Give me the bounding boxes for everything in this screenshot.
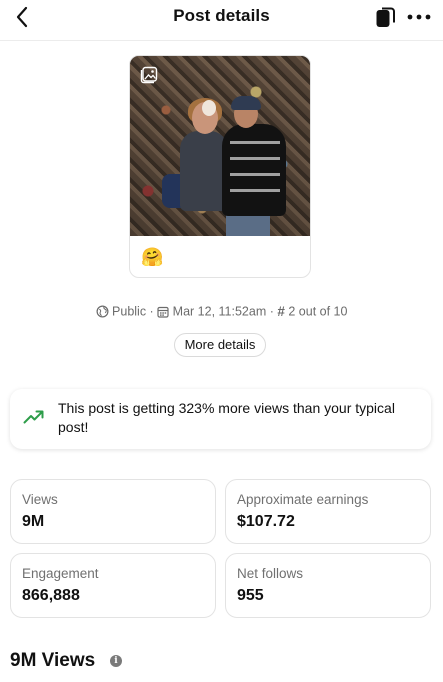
stat-label: Approximate earnings: [237, 492, 369, 507]
photo-detail-earmuff: [202, 100, 216, 116]
copy-switch-icon: [376, 7, 395, 27]
info-icon[interactable]: i: [110, 655, 122, 667]
stat-label: Engagement: [22, 566, 99, 581]
post-rank: 2 out of 10: [288, 304, 348, 319]
calendar-icon: [157, 306, 169, 318]
stat-value: 9M: [22, 513, 45, 530]
post-meta-line: Public · Mar 12, 11:52am · # 2 out of 10: [0, 304, 443, 319]
views-section-heading: 9M Views: [10, 650, 96, 671]
photo-detail-print: [230, 140, 280, 200]
stat-label: Net follows: [237, 566, 304, 581]
more-options-button[interactable]: [406, 5, 432, 29]
stat-label: Views: [22, 492, 58, 507]
trending-up-icon: [23, 410, 44, 424]
stat-card-earnings[interactable]: Approximate earnings $107.72: [225, 479, 431, 544]
stat-value: 955: [237, 587, 264, 604]
more-details-button[interactable]: More details: [174, 333, 266, 357]
meta-separator: ·: [266, 304, 278, 319]
insight-text: This post is getting 323% more views tha…: [58, 400, 395, 435]
insight-banner: This post is getting 323% more views tha…: [10, 389, 431, 449]
stat-value: 866,888: [22, 587, 80, 604]
more-horizontal-icon: [407, 14, 431, 20]
post-date: Mar 12, 11:52am: [172, 304, 267, 319]
stat-card-engagement[interactable]: Engagement 866,888: [10, 553, 216, 618]
stat-value: $107.72: [237, 513, 295, 530]
post-preview-card[interactable]: 🤗: [129, 55, 311, 278]
stat-card-views[interactable]: Views 9M: [10, 479, 216, 544]
photo-detail-hat: [231, 96, 261, 110]
top-bar: Post details: [0, 0, 443, 40]
meta-separator: ·: [146, 304, 158, 319]
header-divider: [0, 40, 443, 41]
stat-card-net-follows[interactable]: Net follows 955: [225, 553, 431, 618]
post-caption-emoji: 🤗: [141, 247, 164, 267]
globe-icon: [96, 305, 109, 318]
switch-view-button[interactable]: [374, 5, 398, 29]
visibility-label: Public: [112, 304, 147, 319]
post-details-screen: Post details 🤗 Public · Mar 12, 11:52am …: [0, 0, 443, 682]
photo-detail-person: [180, 131, 228, 211]
hash-icon: #: [277, 304, 285, 320]
gallery-icon: [140, 66, 158, 84]
